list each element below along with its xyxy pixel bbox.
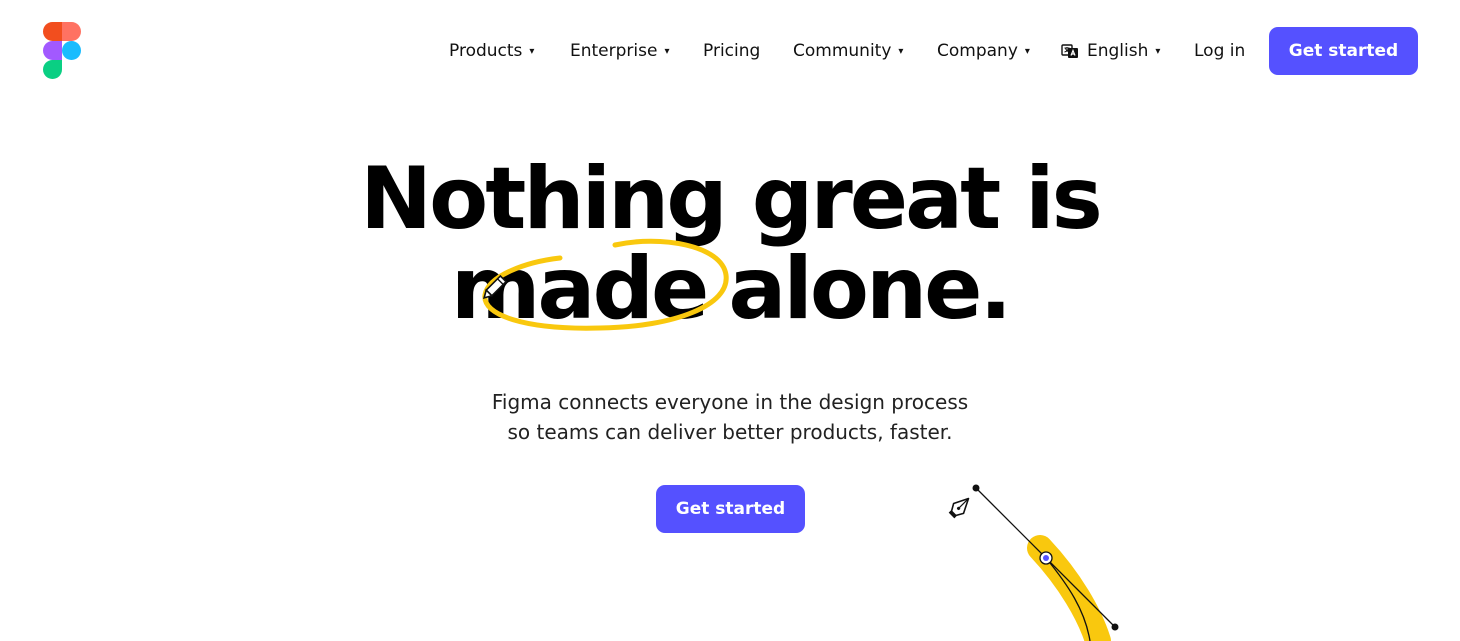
top-navigation: Products ▾ Enterprise ▾ Pricing Communit… <box>0 27 1460 75</box>
nav-company-label: Company <box>937 41 1018 61</box>
hero-headline-circled-word: made <box>450 239 710 339</box>
nav-enterprise-label: Enterprise <box>570 41 658 61</box>
chevron-down-icon: ▾ <box>1024 45 1030 57</box>
chevron-down-icon: ▾ <box>898 45 904 57</box>
chevron-down-icon: ▾ <box>664 45 670 57</box>
login-label: Log in <box>1194 41 1246 61</box>
login-link[interactable]: Log in <box>1194 27 1245 75</box>
hero-headline-line-2: made alone. <box>0 243 1460 335</box>
nav-enterprise[interactable]: Enterprise ▾ <box>570 27 669 75</box>
chevron-down-icon: ▾ <box>529 45 535 57</box>
nav-products-label: Products <box>449 41 523 61</box>
hero-get-started-label: Get started <box>675 499 786 519</box>
nav-community-label: Community <box>793 41 892 61</box>
language-label: English <box>1087 41 1149 61</box>
hero-get-started-button[interactable]: Get started <box>656 485 805 533</box>
nav-products[interactable]: Products ▾ <box>449 27 534 75</box>
thin-curve <box>1045 557 1091 641</box>
language-selector[interactable]: English ▾ <box>1061 27 1160 75</box>
nav-get-started-label: Get started <box>1288 41 1399 61</box>
language-icon <box>1061 44 1078 58</box>
nav-community[interactable]: Community ▾ <box>793 27 903 75</box>
hero-subtext-line-2: so teams can deliver better products, fa… <box>507 420 953 444</box>
hero-headline-rest: alone. <box>728 239 1012 339</box>
chevron-down-icon: ▾ <box>1155 45 1161 57</box>
yellow-curve <box>1027 535 1111 641</box>
nav-pricing[interactable]: Pricing <box>703 27 760 75</box>
nav-pricing-label: Pricing <box>703 41 761 61</box>
hero-subtext-line-1: Figma connects everyone in the design pr… <box>491 390 969 414</box>
nav-company[interactable]: Company ▾ <box>937 27 1030 75</box>
nav-get-started-button[interactable]: Get started <box>1269 27 1418 75</box>
pen-tool-icon <box>948 497 970 519</box>
hero-headline-line-1: Nothing great is <box>360 149 1103 249</box>
hero-subtext: Figma connects everyone in the design pr… <box>0 387 1460 447</box>
